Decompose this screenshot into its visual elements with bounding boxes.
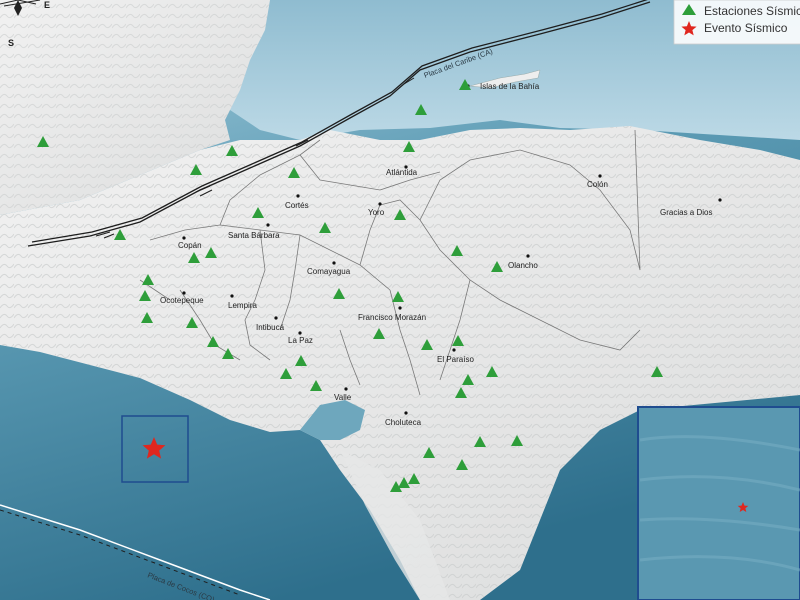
legend-event-label: Evento Sísmico: [704, 21, 788, 35]
place-label: El Paraíso: [437, 355, 474, 364]
place-label: Yoro: [368, 208, 385, 217]
legend-stations-label: Estaciones Sísmicas: [704, 4, 800, 18]
place-label: Choluteca: [385, 418, 422, 427]
place-label: Olancho: [508, 261, 538, 270]
inset-map: [637, 406, 800, 600]
place-label: Copán: [178, 241, 202, 250]
compass-east-label: E: [44, 0, 50, 10]
place-label: Colón: [587, 180, 608, 189]
place-label: La Paz: [288, 336, 313, 345]
place-label: Ocotepeque: [160, 296, 204, 305]
place-label: Islas de la Bahía: [480, 82, 540, 91]
place-label: Lempira: [228, 301, 257, 310]
place-label: Santa Bárbara: [228, 231, 280, 240]
place-label: Atlántida: [386, 168, 418, 177]
place-label: Gracias a Dios: [660, 208, 712, 217]
place-label: Francisco Morazán: [358, 313, 426, 322]
seismic-map: Placa del Caribe (CA) Placa de Cocos (CO…: [0, 0, 800, 600]
place-label: Valle: [334, 393, 352, 402]
legend: Estaciones Sísmicas Evento Sísmico: [673, 0, 800, 45]
place-label: Intibucá: [256, 323, 285, 332]
place-label: Comayagua: [307, 267, 351, 276]
place-label: Cortés: [285, 201, 309, 210]
compass-south-label: S: [8, 38, 14, 48]
